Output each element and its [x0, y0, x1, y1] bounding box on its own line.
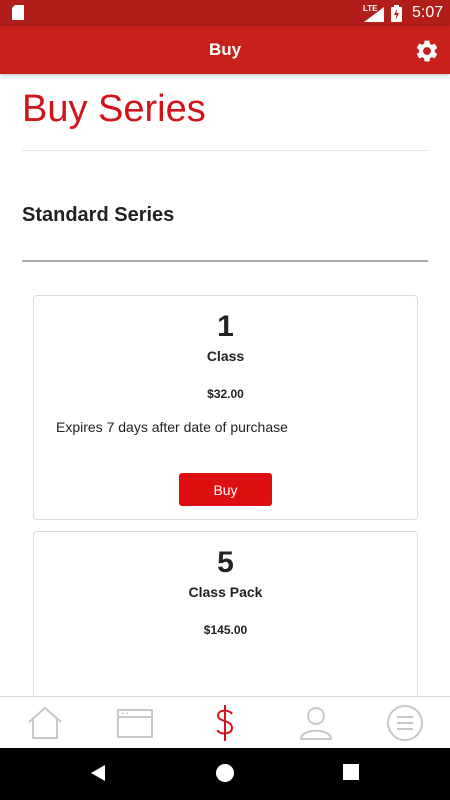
tab-home[interactable]	[25, 704, 65, 742]
clock: 5:07	[412, 4, 444, 21]
system-nav-bar	[0, 748, 450, 800]
battery-charging-icon	[391, 5, 402, 22]
page-title: Buy Series	[22, 88, 206, 130]
menu-icon	[387, 705, 423, 741]
status-bar: LTE 5:07	[0, 0, 450, 26]
series-card: 1 Class $32.00 Expires 7 days after date…	[33, 295, 418, 520]
person-icon	[299, 707, 333, 740]
app-bar-title: Buy	[208, 40, 242, 59]
series-expiration: Expires 7 days after date of purchase	[56, 419, 288, 435]
calendar-window-icon	[117, 709, 153, 738]
tab-menu[interactable]	[385, 704, 425, 742]
sd-card-icon	[12, 5, 24, 20]
series-price: $145.00	[203, 623, 248, 637]
tab-buy[interactable]	[205, 704, 245, 742]
dollar-icon	[216, 705, 234, 741]
series-quantity: 5	[217, 546, 234, 579]
series-price: $32.00	[207, 387, 244, 401]
buy-button[interactable]: Buy	[179, 473, 272, 506]
back-icon[interactable]	[89, 764, 107, 782]
series-quantity: 1	[217, 310, 234, 343]
home-circle-icon[interactable]	[216, 764, 234, 782]
gear-icon[interactable]	[414, 38, 440, 64]
series-unit: Class	[206, 348, 245, 364]
section-divider	[22, 260, 428, 262]
home-icon	[28, 706, 62, 739]
bottom-tab-bar	[0, 696, 450, 748]
series-unit: Class Pack	[188, 584, 263, 600]
signal-icon	[364, 7, 384, 22]
recents-icon[interactable]	[343, 764, 359, 780]
tab-schedule[interactable]	[115, 704, 155, 742]
series-card: 5 Class Pack $145.00	[33, 531, 418, 696]
app-bar: Buy	[0, 26, 450, 74]
tab-profile[interactable]	[296, 704, 336, 742]
title-divider	[22, 150, 428, 151]
section-title: Standard Series	[22, 204, 175, 226]
buy-content[interactable]: Buy Series Standard Series 1 Class $32.0…	[0, 74, 450, 696]
